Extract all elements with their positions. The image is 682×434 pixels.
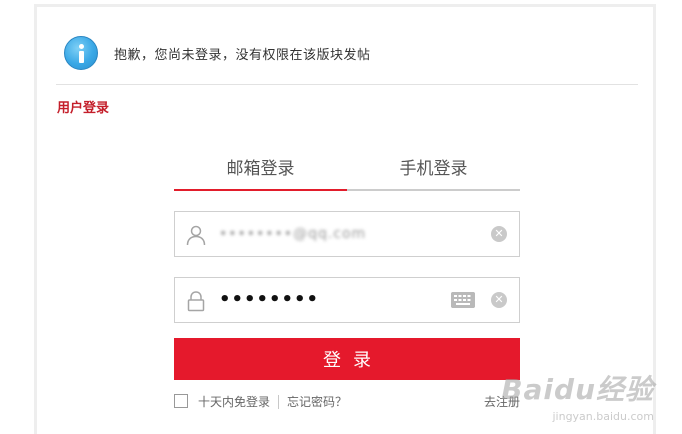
- user-icon: [186, 225, 206, 246]
- keyboard-icon[interactable]: [451, 292, 475, 308]
- clear-icon[interactable]: ✕: [491, 226, 507, 242]
- separator: [278, 395, 279, 409]
- password-field[interactable]: •••••••• ✕: [174, 277, 520, 323]
- remember-checkbox[interactable]: [174, 394, 188, 408]
- tab-email-login[interactable]: 邮箱登录: [174, 155, 347, 191]
- notice-text: 抱歉，您尚未登录，没有权限在该版块发帖: [114, 47, 371, 63]
- lock-icon: [187, 291, 205, 312]
- login-button[interactable]: 登录: [174, 338, 520, 380]
- tab-phone-login[interactable]: 手机登录: [347, 155, 520, 191]
- divider: [56, 84, 638, 85]
- info-icon: [64, 36, 98, 70]
- username-field[interactable]: ••••••••@qq.com ✕: [174, 211, 520, 257]
- section-title: 用户登录: [57, 101, 110, 116]
- username-value: ••••••••@qq.com: [219, 226, 367, 242]
- remember-label[interactable]: 十天内免登录: [198, 394, 270, 410]
- login-options: 十天内免登录 忘记密码？ 去注册: [174, 394, 520, 412]
- page: 抱歉，您尚未登录，没有权限在该版块发帖 用户登录 邮箱登录 手机登录 •••••…: [0, 0, 682, 434]
- forgot-password-link[interactable]: 忘记密码？: [287, 394, 347, 410]
- clear-icon[interactable]: ✕: [491, 292, 507, 308]
- notice-bar: 抱歉，您尚未登录，没有权限在该版块发帖: [64, 36, 371, 70]
- password-value: ••••••••: [219, 289, 320, 310]
- register-link[interactable]: 去注册: [484, 394, 520, 410]
- login-tabs: 邮箱登录 手机登录: [174, 155, 520, 191]
